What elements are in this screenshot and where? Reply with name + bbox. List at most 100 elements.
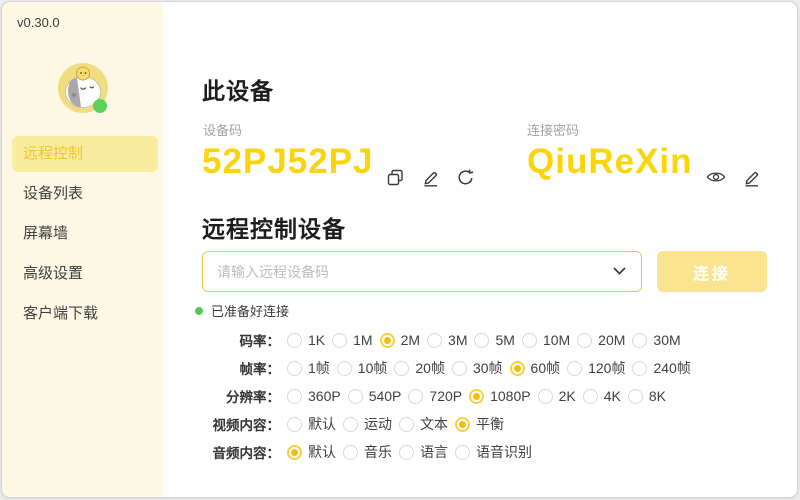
- radio-option-label: 20M: [598, 332, 625, 348]
- radio-option[interactable]: 语音识别: [455, 442, 532, 462]
- sidebar-item-2[interactable]: 设备列表: [12, 176, 158, 212]
- radio-icon[interactable]: [577, 333, 592, 348]
- radio-option[interactable]: 1M: [332, 332, 372, 348]
- radio-option[interactable]: 2K: [538, 388, 576, 404]
- radio-icon[interactable]: [343, 445, 358, 460]
- sidebar-item-5[interactable]: 客户端下载: [12, 296, 158, 332]
- radio-selected-icon[interactable]: [469, 389, 484, 404]
- remote-device-code-input[interactable]: [217, 253, 597, 290]
- radio-option[interactable]: 10M: [522, 332, 570, 348]
- radio-option[interactable]: 4K: [583, 388, 621, 404]
- radio-option[interactable]: 60帧: [510, 358, 561, 378]
- avatar[interactable]: [57, 62, 109, 114]
- setting-row: 帧率： 1帧 10帧 20帧 30帧 60帧 120帧 240帧: [163, 354, 797, 382]
- radio-selected-icon[interactable]: [287, 445, 302, 460]
- radio-selected-icon[interactable]: [380, 333, 395, 348]
- radio-option-label: 1M: [353, 332, 372, 348]
- setting-row-label: 音频内容：: [163, 442, 280, 462]
- radio-option-label: 语言: [420, 442, 448, 462]
- copy-icon[interactable]: [385, 167, 405, 187]
- connect-button[interactable]: 连接: [657, 251, 767, 292]
- status-text: 已准备好连接: [211, 301, 289, 320]
- radio-icon[interactable]: [332, 333, 347, 348]
- device-code-label: 设备码: [203, 120, 242, 139]
- sidebar-item-3[interactable]: 屏幕墙: [12, 216, 158, 252]
- setting-row: 音频内容： 默认音乐 语言语音识别: [163, 438, 797, 466]
- radio-icon[interactable]: [348, 389, 363, 404]
- radio-icon[interactable]: [287, 389, 302, 404]
- radio-option[interactable]: 20M: [577, 332, 625, 348]
- radio-icon[interactable]: [632, 333, 647, 348]
- edit-icon[interactable]: [420, 167, 440, 187]
- refresh-icon[interactable]: [455, 167, 475, 187]
- radio-option-label: 默认: [308, 442, 336, 462]
- radio-option-label: 运动: [364, 414, 392, 434]
- radio-option[interactable]: 默认: [287, 414, 336, 434]
- radio-option[interactable]: 5M: [474, 332, 514, 348]
- radio-icon[interactable]: [287, 361, 302, 376]
- radio-icon[interactable]: [567, 361, 582, 376]
- radio-icon[interactable]: [287, 417, 302, 432]
- radio-option[interactable]: 1帧: [287, 358, 330, 378]
- setting-row: 视频内容：默认运动文本平衡: [163, 410, 797, 438]
- radio-option[interactable]: 运动: [343, 414, 392, 434]
- sidebar-item-1[interactable]: 远程控制: [12, 136, 158, 172]
- radio-icon[interactable]: [399, 445, 414, 460]
- radio-icon[interactable]: [455, 445, 470, 460]
- radio-icon[interactable]: [474, 333, 489, 348]
- radio-icon[interactable]: [427, 333, 442, 348]
- radio-option-label: 1帧: [308, 358, 330, 378]
- radio-icon[interactable]: [337, 361, 352, 376]
- radio-option-label: 文本: [420, 414, 448, 434]
- radio-option[interactable]: 1K: [287, 332, 325, 348]
- radio-icon[interactable]: [287, 333, 302, 348]
- radio-option-label: 3M: [448, 332, 467, 348]
- chevron-down-icon[interactable]: [613, 267, 626, 275]
- radio-icon[interactable]: [343, 417, 358, 432]
- radio-option[interactable]: 8K: [628, 388, 666, 404]
- sidebar-item-4[interactable]: 高级设置: [12, 256, 158, 292]
- app-version: v0.30.0: [17, 15, 60, 30]
- radio-option[interactable]: 文本: [399, 414, 448, 434]
- radio-option[interactable]: 30帧: [452, 358, 503, 378]
- radio-icon[interactable]: [632, 361, 647, 376]
- radio-option[interactable]: 360P: [287, 388, 341, 404]
- radio-option[interactable]: 10帧: [337, 358, 388, 378]
- radio-option-label: 1K: [308, 332, 325, 348]
- radio-option[interactable]: 120帧: [567, 358, 625, 378]
- radio-option[interactable]: 720P: [408, 388, 462, 404]
- radio-option[interactable]: 平衡: [455, 414, 504, 434]
- radio-option[interactable]: 默认: [287, 442, 336, 462]
- radio-option[interactable]: 音乐: [343, 442, 392, 462]
- setting-row-label: 码率：: [163, 330, 280, 350]
- radio-selected-icon[interactable]: [455, 417, 470, 432]
- radio-option-label: 30帧: [473, 358, 503, 378]
- radio-option-label: 540P: [369, 388, 402, 404]
- radio-option[interactable]: 1080P: [469, 388, 530, 404]
- radio-option[interactable]: 3M: [427, 332, 467, 348]
- device-code-actions: [385, 167, 475, 187]
- radio-option[interactable]: 30M: [632, 332, 680, 348]
- radio-option-label: 2M: [401, 332, 420, 348]
- setting-row: 码率： 1K 1M 2M 3M 5M 10M 20M 30M: [163, 326, 797, 354]
- section-title-remote-control: 远程控制设备: [202, 210, 346, 244]
- radio-option-label: 平衡: [476, 414, 504, 434]
- radio-option[interactable]: 语言: [399, 442, 448, 462]
- radio-icon[interactable]: [628, 389, 643, 404]
- radio-selected-icon[interactable]: [510, 361, 525, 376]
- radio-option[interactable]: 240帧: [632, 358, 690, 378]
- radio-icon[interactable]: [394, 361, 409, 376]
- setting-row-label: 分辨率：: [163, 386, 280, 406]
- radio-option[interactable]: 540P: [348, 388, 402, 404]
- radio-icon[interactable]: [538, 389, 553, 404]
- eye-icon[interactable]: [706, 167, 726, 187]
- radio-option[interactable]: 20帧: [394, 358, 445, 378]
- radio-icon[interactable]: [399, 417, 414, 432]
- radio-icon[interactable]: [522, 333, 537, 348]
- setting-row-label: 帧率：: [163, 358, 280, 378]
- radio-icon[interactable]: [408, 389, 423, 404]
- radio-option[interactable]: 2M: [380, 332, 420, 348]
- radio-icon[interactable]: [452, 361, 467, 376]
- radio-icon[interactable]: [583, 389, 598, 404]
- edit-icon[interactable]: [741, 167, 761, 187]
